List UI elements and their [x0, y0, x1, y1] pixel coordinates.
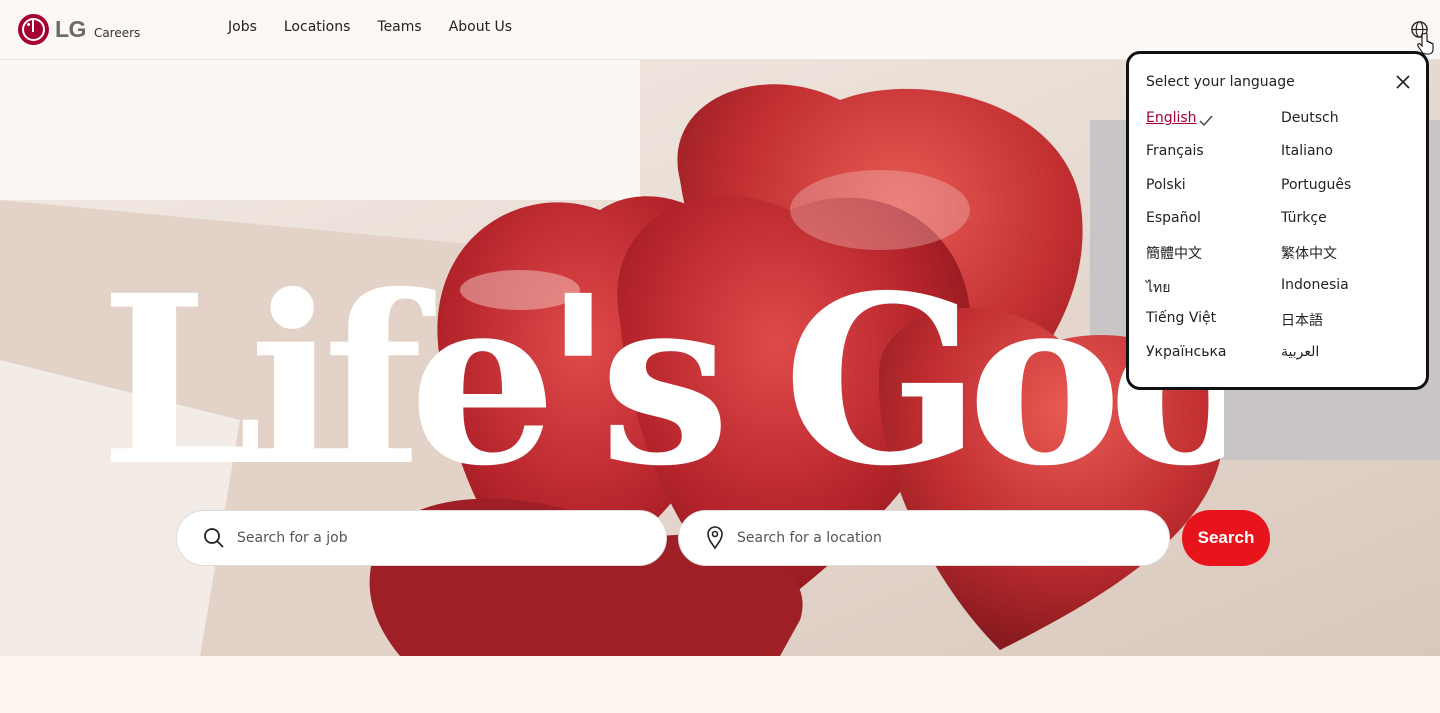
page-footer-strip	[0, 656, 1440, 713]
logo-text: LG	[55, 16, 86, 42]
location-search-field[interactable]: Search for a location	[678, 510, 1170, 566]
language-option-thai[interactable]: ไทย	[1146, 277, 1170, 299]
language-option-francais[interactable]: Français	[1146, 143, 1204, 159]
language-option-arabic[interactable]: العربية	[1281, 344, 1319, 360]
language-option-traditional-chinese[interactable]: 繁体中文	[1281, 243, 1337, 263]
lg-logo-mark	[18, 14, 49, 45]
language-option-ukrainian[interactable]: Українська	[1146, 344, 1226, 360]
lg-careers-logo[interactable]: LG Careers	[18, 14, 140, 45]
nav-jobs[interactable]: Jobs	[228, 19, 257, 35]
language-option-indonesia[interactable]: Indonesia	[1281, 277, 1349, 293]
location-search-placeholder: Search for a location	[737, 530, 882, 546]
language-option-polski[interactable]: Polski	[1146, 177, 1186, 193]
nav-teams[interactable]: Teams	[377, 19, 421, 35]
hero-headline: Life's Good	[100, 265, 1224, 497]
language-selector-panel: Select your language English Deutsch Fra…	[1126, 51, 1429, 390]
close-icon[interactable]	[1394, 73, 1412, 91]
language-option-deutsch[interactable]: Deutsch	[1281, 110, 1339, 126]
language-option-portugues[interactable]: Português	[1281, 177, 1351, 193]
nav-locations[interactable]: Locations	[284, 19, 351, 35]
language-option-english[interactable]: English	[1146, 110, 1197, 126]
language-option-espanol[interactable]: Español	[1146, 210, 1201, 226]
job-search-placeholder: Search for a job	[237, 530, 348, 546]
logo-subtitle: Careers	[93, 25, 141, 40]
language-option-simplified-chinese[interactable]: 簡體中文	[1146, 243, 1202, 263]
job-search-field[interactable]: Search for a job	[176, 510, 667, 566]
language-option-japanese[interactable]: 日本語	[1281, 310, 1323, 330]
language-option-turkce[interactable]: Türkçe	[1281, 210, 1327, 226]
search-icon	[204, 528, 224, 548]
language-option-italiano[interactable]: Italiano	[1281, 143, 1333, 159]
language-panel-title: Select your language	[1146, 74, 1295, 90]
check-icon	[1199, 115, 1213, 127]
language-option-vietnamese[interactable]: Tiếng Việt	[1146, 310, 1216, 326]
nav-about-us[interactable]: About Us	[449, 19, 512, 35]
location-pin-icon	[707, 526, 723, 550]
main-nav: Jobs Locations Teams About Us	[228, 19, 539, 35]
search-button[interactable]: Search	[1182, 510, 1270, 566]
